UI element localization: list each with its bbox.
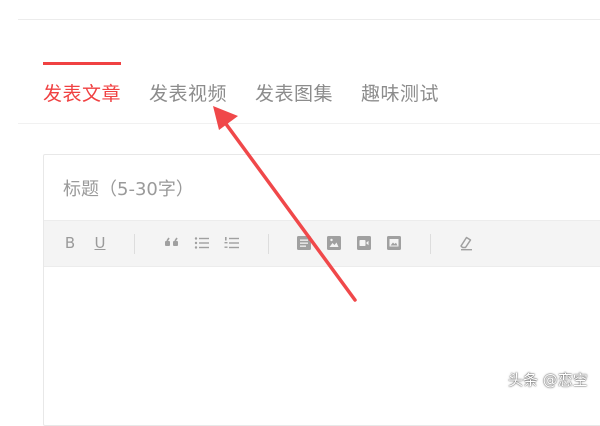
clear-format-button[interactable] bbox=[456, 233, 476, 253]
insert-gallery-button[interactable] bbox=[384, 233, 404, 253]
active-tab-indicator bbox=[43, 62, 121, 65]
clear-format-icon bbox=[460, 236, 472, 251]
bulleted-list-button[interactable] bbox=[192, 233, 212, 253]
underline-button[interactable]: U bbox=[90, 233, 110, 253]
numbered-list-icon bbox=[224, 237, 239, 249]
tab-fun-quiz[interactable]: 趣味测试 bbox=[361, 79, 439, 106]
title-input[interactable] bbox=[63, 177, 563, 201]
bold-button[interactable]: B bbox=[60, 233, 80, 253]
numbered-list-button[interactable] bbox=[222, 233, 242, 253]
gallery-icon bbox=[387, 236, 401, 250]
content-area[interactable] bbox=[44, 267, 600, 417]
insert-image-button[interactable] bbox=[324, 233, 344, 253]
image-icon bbox=[327, 236, 341, 250]
paragraph-icon bbox=[297, 236, 311, 250]
editor-toolbar: B U bbox=[44, 220, 600, 267]
paragraph-button[interactable] bbox=[294, 233, 314, 253]
tabs-divider bbox=[18, 123, 600, 124]
tab-publish-gallery[interactable]: 发表图集 bbox=[255, 79, 333, 106]
bulleted-list-icon bbox=[194, 237, 209, 249]
quote-icon bbox=[165, 237, 178, 246]
quote-button[interactable] bbox=[162, 233, 182, 253]
top-divider bbox=[18, 19, 600, 20]
toolbar-separator bbox=[268, 234, 269, 254]
watermark: 头条 @恋空 bbox=[508, 371, 588, 389]
video-icon bbox=[357, 236, 371, 250]
toolbar-separator bbox=[134, 234, 135, 254]
insert-video-button[interactable] bbox=[354, 233, 374, 253]
tab-publish-article[interactable]: 发表文章 bbox=[43, 79, 121, 106]
toolbar-separator bbox=[430, 234, 431, 254]
tab-publish-video[interactable]: 发表视频 bbox=[149, 79, 227, 106]
